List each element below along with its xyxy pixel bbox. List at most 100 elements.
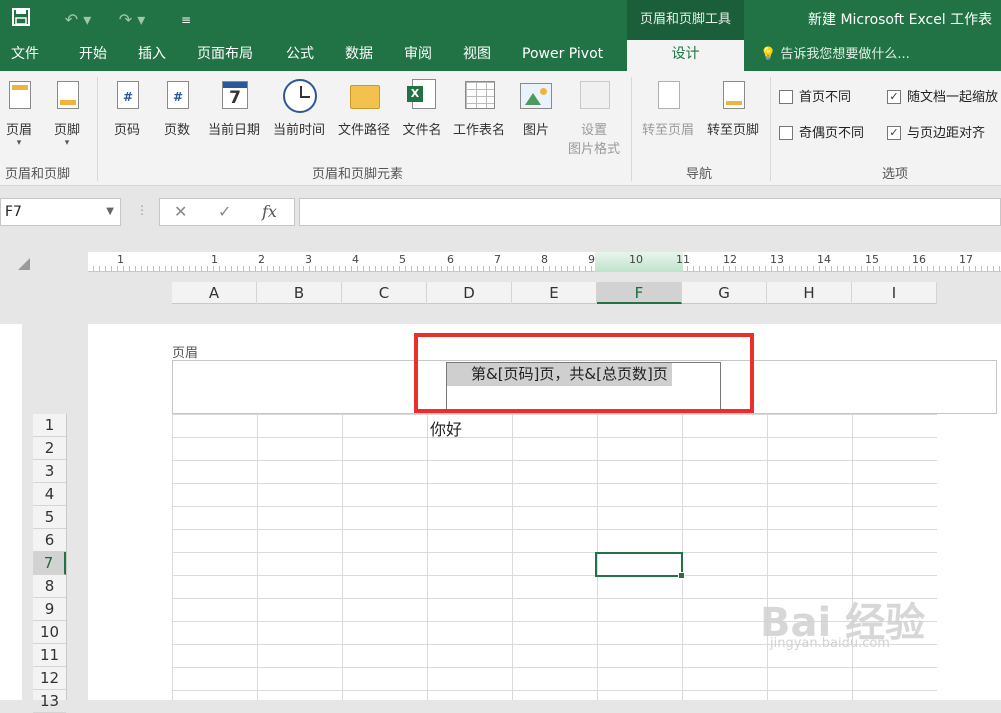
current-time-button[interactable]: 当前时间 (268, 79, 330, 138)
ruler-number: 5 (399, 253, 406, 266)
ruler-number: 2 (258, 253, 265, 266)
sheet-name-label: 工作表名 (452, 123, 505, 138)
current-date-button[interactable]: 7 当前日期 (203, 79, 265, 138)
redo-icon[interactable]: ↷ ▾ (114, 8, 150, 32)
row-header[interactable]: 4 (33, 483, 66, 506)
row-header[interactable]: 9 (33, 598, 66, 621)
column-header[interactable]: G (682, 282, 767, 304)
format-picture-button[interactable]: 设置 图片格式 (562, 79, 626, 157)
ruler-number: 14 (817, 253, 831, 266)
column-header[interactable]: A (172, 282, 257, 304)
page-number-button[interactable]: # 页码 (110, 79, 144, 138)
row-header[interactable]: 1 (33, 414, 66, 437)
formula-buttons: ✕ ✓ fx (159, 198, 295, 226)
tab-home[interactable]: 开始 (79, 40, 107, 71)
ruler-number: 7 (494, 253, 501, 266)
ruler-number: 4 (352, 253, 359, 266)
row-header[interactable]: 11 (33, 644, 66, 667)
name-box[interactable]: F7 ▼ (0, 198, 121, 226)
page-number-label: 页码 (113, 123, 140, 138)
column-header[interactable]: B (257, 282, 342, 304)
sheet-name-button[interactable]: 工作表名 (448, 79, 510, 138)
tab-power-pivot[interactable]: Power Pivot (522, 40, 603, 71)
tell-me-box[interactable]: 💡 告诉我您想要做什么... (760, 40, 910, 71)
ruler-number: 11 (676, 253, 690, 266)
goto-header-button[interactable]: 转至页眉 (637, 79, 699, 138)
format-picture-label-1: 设置 (580, 123, 607, 138)
tab-insert[interactable]: 插入 (138, 40, 166, 71)
checkbox-scale-with-document[interactable]: ✓ 随文档一起缩放 (887, 88, 998, 108)
file-name-button[interactable]: X 文件名 (398, 79, 446, 138)
undo-icon[interactable]: ↶ ▾ (60, 8, 96, 32)
row-header[interactable]: 5 (33, 506, 66, 529)
group-label-navigation: 导航 (686, 167, 713, 182)
chevron-down-icon[interactable]: ▼ (106, 199, 114, 225)
ruler-number: 6 (447, 253, 454, 266)
column-header[interactable]: I (852, 282, 937, 304)
goto-footer-button[interactable]: 转至页脚 (702, 79, 764, 138)
checkbox-label: 首页不同 (799, 90, 852, 105)
cell-grid[interactable] (172, 414, 937, 700)
context-tools-title: 页眉和页脚工具 (627, 0, 744, 40)
page-count-button[interactable]: # 页数 (160, 79, 194, 138)
tab-file[interactable]: 文件 (11, 40, 39, 71)
column-header[interactable]: H (767, 282, 852, 304)
column-header-selected[interactable]: F (597, 282, 682, 304)
row-header[interactable]: 12 (33, 667, 66, 690)
checkbox-different-first-page[interactable]: 首页不同 (779, 88, 851, 108)
column-header[interactable]: C (342, 282, 427, 304)
group-separator (770, 77, 771, 181)
checkbox-label: 奇偶页不同 (799, 126, 865, 141)
cancel-icon[interactable]: ✕ (174, 202, 187, 221)
customize-icon[interactable]: ≡ (176, 8, 196, 32)
row-header-selected[interactable]: 7 (33, 552, 66, 575)
group-label-elements: 页眉和页脚元素 (312, 167, 404, 182)
file-path-label: 文件路径 (337, 123, 390, 138)
select-all-corner[interactable] (18, 258, 30, 270)
footer-button[interactable]: 页脚 ▾ (50, 79, 84, 148)
tab-formulas[interactable]: 公式 (286, 40, 314, 71)
insert-function-icon[interactable]: fx (262, 202, 277, 221)
checkbox-align-with-margins[interactable]: ✓ 与页边距对齐 (887, 124, 985, 144)
lightbulb-icon: 💡 (760, 47, 777, 62)
ruler-number: 8 (541, 253, 548, 266)
tab-view[interactable]: 视图 (463, 40, 491, 71)
checkmark-icon: ✓ (887, 125, 901, 140)
column-header[interactable]: E (512, 282, 597, 304)
checkbox-label: 与页边距对齐 (907, 126, 986, 141)
group-separator (97, 77, 98, 181)
ruler-number: 13 (770, 253, 784, 266)
cell-d1[interactable]: 你好 (430, 416, 462, 440)
picture-button[interactable]: 图片 (518, 79, 554, 138)
row-header[interactable]: 2 (33, 437, 66, 460)
ruler-number: 1 (211, 253, 218, 266)
tab-review[interactable]: 审阅 (404, 40, 432, 71)
checkbox-different-odd-even[interactable]: 奇偶页不同 (779, 124, 864, 144)
row-header[interactable]: 8 (33, 575, 66, 598)
row-header[interactable]: 10 (33, 621, 66, 644)
current-date-label: 当前日期 (207, 123, 260, 138)
active-cell-f7[interactable] (595, 552, 685, 579)
row-header[interactable]: 6 (33, 529, 66, 552)
header-button[interactable]: 页眉 ▾ (2, 79, 36, 148)
row-headers: 1 2 3 4 5 6 7 8 9 10 11 12 13 (33, 414, 67, 713)
format-picture-icon (580, 81, 610, 109)
enter-icon[interactable]: ✓ (218, 202, 231, 221)
goto-header-icon (658, 81, 680, 109)
tab-design[interactable]: 设计 (627, 40, 744, 71)
tab-page-layout[interactable]: 页面布局 (197, 40, 253, 71)
row-header[interactable]: 3 (33, 460, 66, 483)
checkbox-box (779, 89, 793, 104)
tab-data[interactable]: 数据 (345, 40, 373, 71)
picture-icon (520, 83, 552, 109)
column-header[interactable]: D (427, 282, 512, 304)
footer-button-label: 页脚 (53, 123, 80, 138)
formula-input[interactable] (299, 198, 1001, 226)
more-icon[interactable]: ⋮ (136, 203, 148, 217)
checkmark-icon: ✓ (887, 89, 901, 104)
group-label-options: 选项 (882, 167, 909, 182)
row-header[interactable]: 13 (33, 690, 66, 713)
file-path-button[interactable]: 文件路径 (333, 79, 395, 138)
save-icon[interactable] (8, 8, 34, 32)
folder-icon (350, 85, 380, 109)
